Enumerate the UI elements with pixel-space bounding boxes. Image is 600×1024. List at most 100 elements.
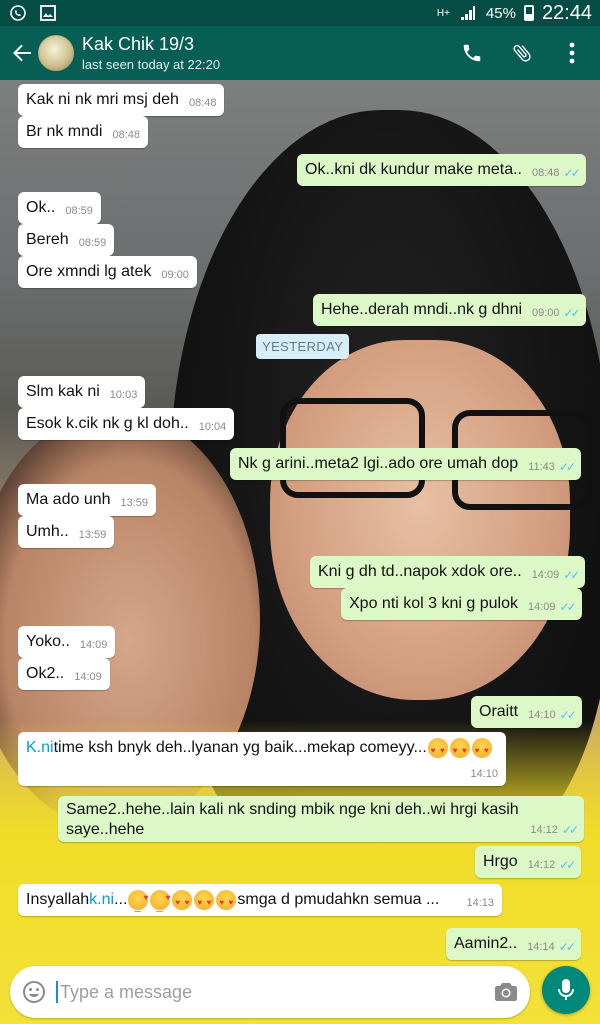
- message-time: 14:09: [74, 671, 102, 683]
- heart-eyes-emoji-icon: [449, 738, 470, 761]
- message-time: 08:48: [188, 97, 217, 109]
- message-text: Yoko..: [26, 633, 70, 650]
- more-vert-icon[interactable]: [558, 39, 586, 67]
- message-incoming[interactable]: Ok.. 08:59: [18, 192, 101, 224]
- message-text: Ore xmndi lg atek: [26, 263, 152, 280]
- message-time: 13:59: [78, 529, 107, 541]
- message-text: Br nk mndi: [26, 123, 103, 140]
- heart-eyes-emoji-icon: [216, 890, 237, 913]
- message-composer: Type a message: [10, 966, 530, 1018]
- double-check-icon: ✓✓: [558, 460, 576, 474]
- message-time: 08:48: [531, 167, 560, 179]
- message-text: Xpo nti kol 3 kni g pulok: [349, 595, 518, 612]
- message-text: Ok..kni dk kundur make meta..: [305, 161, 522, 178]
- message-outgoing[interactable]: Oraitt 14:10 ✓✓: [471, 696, 582, 728]
- message-text: smga d pmudahkn semua ...: [237, 891, 440, 908]
- message-outgoing[interactable]: Ok..kni dk kundur make meta.. 08:48 ✓✓: [297, 154, 586, 186]
- message-time: 14:10: [528, 709, 556, 721]
- message-input[interactable]: Type a message: [60, 982, 494, 1003]
- message-text: Nk g arini..meta2 lgi..ado ore umah dop: [238, 455, 519, 472]
- message-outgoing[interactable]: Hehe..derah mndi..nk g dhni 09:00 ✓✓: [313, 294, 586, 326]
- message-incoming[interactable]: Umh.. 13:59: [18, 516, 115, 548]
- paperclip-icon[interactable]: [508, 39, 536, 67]
- message-text: Ok2..: [26, 665, 65, 682]
- message-incoming[interactable]: Insyallah k.ni ... smga d pmudahkn semua…: [18, 884, 502, 918]
- message-text: Hrgo: [483, 853, 518, 870]
- message-incoming[interactable]: Bereh 08:59: [18, 224, 115, 256]
- message-text: Aamin2..: [454, 935, 518, 952]
- mic-button[interactable]: [542, 966, 590, 1014]
- message-incoming[interactable]: Br nk mndi 08:48: [18, 116, 148, 148]
- avatar[interactable]: [38, 35, 74, 71]
- message-outgoing[interactable]: Kni g dh td..napok xdok ore.. 14:09 ✓✓: [310, 556, 586, 588]
- message-incoming[interactable]: Ore xmndi lg atek 09:00: [18, 256, 197, 288]
- double-check-icon: ✓✓: [561, 823, 579, 837]
- kiss-emoji-icon: [128, 888, 149, 918]
- camera-icon[interactable]: [494, 981, 518, 1003]
- message-incoming[interactable]: Yoko.. 14:09: [18, 626, 116, 658]
- message-incoming[interactable]: K.ni time ksh bnyk deh..lyanan yg baik..…: [18, 732, 506, 786]
- heart-eyes-emoji-icon: [172, 890, 193, 913]
- message-text: Same2..hehe..lain kali nk snding mbik ng…: [66, 801, 519, 818]
- last-seen: last seen today at 22:20: [82, 57, 221, 72]
- message-text: Bereh: [26, 231, 69, 248]
- message-incoming[interactable]: Ok2.. 14:09: [18, 658, 110, 690]
- message-incoming[interactable]: Kak ni nk mri msj deh 08:48: [18, 84, 225, 116]
- message-time: 13:59: [120, 497, 149, 509]
- gallery-notification-icon: [38, 4, 58, 22]
- message-time: 14:14: [527, 941, 555, 953]
- message-outgoing[interactable]: Nk g arini..meta2 lgi..ado ore umah dop …: [230, 448, 581, 480]
- heart-eyes-emoji-icon: [471, 738, 492, 761]
- message-time: 10:04: [198, 421, 227, 433]
- message-text: Slm kak ni: [26, 383, 100, 400]
- phone-icon[interactable]: [458, 39, 486, 67]
- kiss-emoji-icon: [150, 888, 171, 918]
- message-time: 14:09: [528, 601, 556, 613]
- message-outgoing[interactable]: Hrgo 14:12 ✓✓: [475, 846, 582, 878]
- message-text: ...: [114, 891, 128, 908]
- message-time: 08:59: [65, 205, 93, 217]
- message-time: 08:59: [78, 237, 107, 249]
- heart-eyes-emoji-icon: [194, 890, 215, 913]
- chat-header: Kak Chik 19/3 last seen today at 22:20: [0, 26, 600, 80]
- double-check-icon: ✓✓: [563, 568, 580, 582]
- heart-eyes-emoji-icon: [427, 738, 448, 761]
- arrow-left-icon[interactable]: [8, 39, 36, 67]
- double-check-icon: ✓✓: [559, 600, 577, 614]
- double-check-icon: ✓✓: [559, 858, 576, 872]
- status-bar: H+ 45% 22:44: [0, 0, 600, 26]
- message-text: Umh..: [26, 523, 69, 540]
- message-time: 14:10: [470, 768, 498, 780]
- message-text: Kak ni nk mri msj deh: [26, 91, 179, 108]
- message-text: Insyallah: [26, 891, 90, 908]
- message-incoming[interactable]: Esok k.cik nk g kl doh.. 10:04: [18, 408, 235, 440]
- date-separator: YESTERDAY: [256, 334, 350, 359]
- text-caret: [56, 981, 58, 1003]
- signal-icon: [458, 4, 478, 22]
- message-link[interactable]: K.ni: [26, 738, 54, 758]
- double-check-icon: ✓✓: [559, 708, 577, 722]
- whatsapp-notification-icon: [8, 4, 28, 22]
- double-check-icon: ✓✓: [558, 940, 576, 954]
- wallpaper-figure-face: [270, 340, 570, 700]
- message-link[interactable]: k.ni: [89, 890, 114, 910]
- double-check-icon: ✓✓: [563, 166, 581, 180]
- message-incoming[interactable]: Ma ado unh 13:59: [18, 484, 157, 516]
- message-text: Ma ado unh: [26, 491, 111, 508]
- battery-percent: 45%: [485, 4, 516, 22]
- double-check-icon: ✓✓: [563, 306, 581, 320]
- message-time: 09:00: [161, 269, 189, 281]
- message-text: Kni g dh td..napok xdok ore..: [318, 563, 522, 580]
- message-time: 14:09: [531, 569, 560, 581]
- message-outgoing[interactable]: Aamin2.. 14:14 ✓✓: [446, 928, 581, 960]
- message-text: Ok..: [26, 199, 56, 216]
- network-type-icon: H+: [436, 7, 450, 19]
- message-outgoing[interactable]: Xpo nti kol 3 kni g pulok 14:09 ✓✓: [341, 588, 582, 620]
- contact-name: Kak Chik 19/3: [82, 34, 195, 54]
- smiley-icon[interactable]: [22, 980, 46, 1004]
- message-time: 11:43: [528, 461, 555, 473]
- contact-info[interactable]: Kak Chik 19/3 last seen today at 22:20: [82, 34, 220, 72]
- message-outgoing[interactable]: Same2..hehe..lain kali nk snding mbik ng…: [58, 796, 584, 842]
- message-text: time ksh bnyk deh..lyanan yg baik...meka…: [53, 739, 427, 756]
- message-incoming[interactable]: Slm kak ni 10:03: [18, 376, 146, 408]
